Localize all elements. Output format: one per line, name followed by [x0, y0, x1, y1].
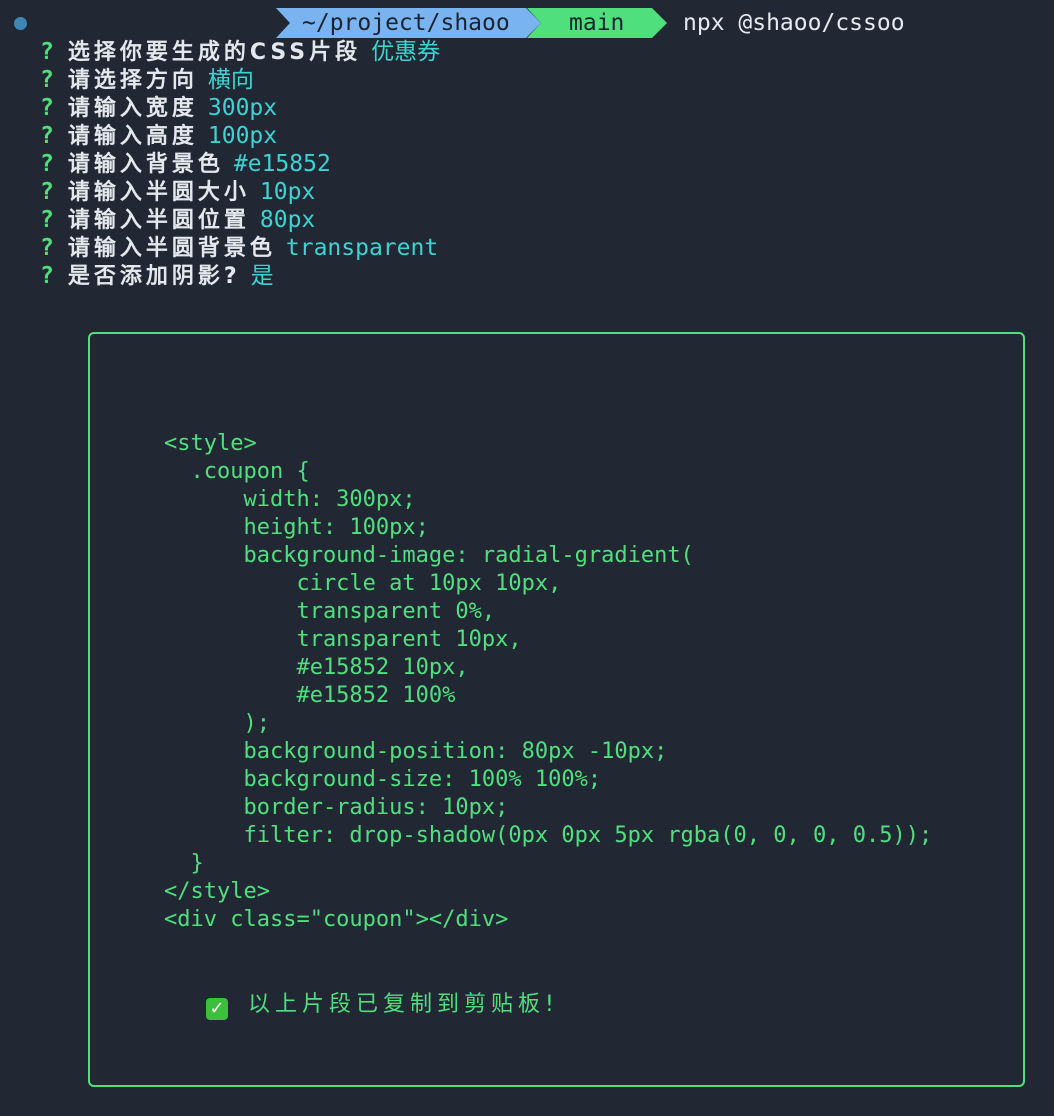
code-line: <div class="coupon"></div> — [164, 907, 509, 932]
code-line: <style> — [164, 431, 257, 456]
answer-text: 优惠券 — [371, 39, 441, 65]
code-line: background-position: 80px -10px; — [164, 739, 668, 764]
question-row: ? 选择你要生成的CSS片段 优惠券 — [40, 38, 440, 66]
code-line: transparent 0%, — [164, 599, 496, 624]
prompt-path-segment: ~/project/shaoo — [276, 8, 541, 38]
question-text: 请输入半圆背景色 — [67, 236, 276, 261]
question-mark: ? — [40, 95, 54, 121]
answer-text: 100px — [207, 123, 278, 149]
shell-prompt: ~/project/shaoo main npx @shaoo/cssoo — [0, 8, 1054, 40]
code-line: background-size: 100% 100%; — [164, 767, 602, 792]
code-snippet: <style> .coupon { width: 300px; height: … — [164, 430, 932, 934]
question-row: ? 请输入半圆位置 80px — [40, 206, 315, 234]
answer-text: #e15852 — [233, 151, 331, 177]
question-mark: ? — [40, 151, 54, 177]
question-text: 请输入宽度 — [67, 96, 198, 121]
question-text: 请输入背景色 — [67, 152, 224, 177]
code-line: #e15852 100% — [164, 683, 456, 708]
question-row: ? 请输入半圆大小 10px — [40, 178, 315, 206]
question-row: ? 请输入高度 100px — [40, 122, 277, 150]
question-text: 请输入半圆位置 — [67, 208, 250, 233]
code-line: height: 100px; — [164, 515, 429, 540]
question-mark: ? — [40, 179, 54, 205]
prompt-branch-segment: main — [527, 8, 667, 38]
question-text: 请输入半圆大小 — [67, 180, 250, 205]
question-row: ? 请输入宽度 300px — [40, 94, 277, 122]
question-text: 请选择方向 — [67, 68, 198, 93]
code-line: ); — [164, 711, 270, 736]
status-dot-icon — [14, 17, 27, 30]
answer-text: 80px — [259, 207, 316, 233]
code-line: background-image: radial-gradient( — [164, 543, 694, 568]
code-line: #e15852 10px, — [164, 655, 469, 680]
question-row: ? 请输入背景色 #e15852 — [40, 150, 331, 178]
answer-text: 是 — [250, 263, 274, 289]
question-mark: ? — [40, 207, 54, 233]
code-line: filter: drop-shadow(0px 0px 5px rgba(0, … — [164, 823, 933, 848]
question-row: ? 请选择方向 横向 — [40, 66, 254, 94]
prompt-path: ~/project/shaoo — [302, 10, 510, 36]
question-mark: ? — [40, 235, 54, 261]
prompt-branch: main — [569, 10, 625, 36]
answer-text: transparent — [285, 235, 439, 261]
question-row: ? 请输入半圆背景色 transparent — [40, 234, 438, 262]
question-mark: ? — [40, 123, 54, 149]
check-mark-icon: ✓ — [206, 998, 228, 1020]
code-line: } — [164, 851, 204, 876]
answer-text: 10px — [259, 179, 316, 205]
code-line: circle at 10px 10px, — [164, 571, 562, 596]
question-mark: ? — [40, 263, 54, 289]
code-line: </style> — [164, 879, 270, 904]
question-row: ? 是否添加阴影? 是 — [40, 262, 274, 290]
copied-message: ✓ 以上片段已复制到剪贴板! — [206, 988, 559, 1020]
answer-text: 300px — [207, 95, 278, 121]
code-line: width: 300px; — [164, 487, 416, 512]
question-mark: ? — [40, 39, 54, 65]
question-text: 选择你要生成的CSS片段 — [67, 40, 362, 65]
question-text: 是否添加阴影? — [67, 264, 241, 289]
code-line: .coupon { — [164, 459, 310, 484]
code-line: border-radius: 10px; — [164, 795, 509, 820]
answer-text: 横向 — [207, 67, 254, 93]
question-mark: ? — [40, 67, 54, 93]
prompt-command: npx @shaoo/cssoo — [683, 10, 905, 36]
question-text: 请输入高度 — [67, 124, 198, 149]
code-line: transparent 10px, — [164, 627, 522, 652]
copied-text: 以上片段已复制到剪贴板! — [248, 992, 559, 1017]
